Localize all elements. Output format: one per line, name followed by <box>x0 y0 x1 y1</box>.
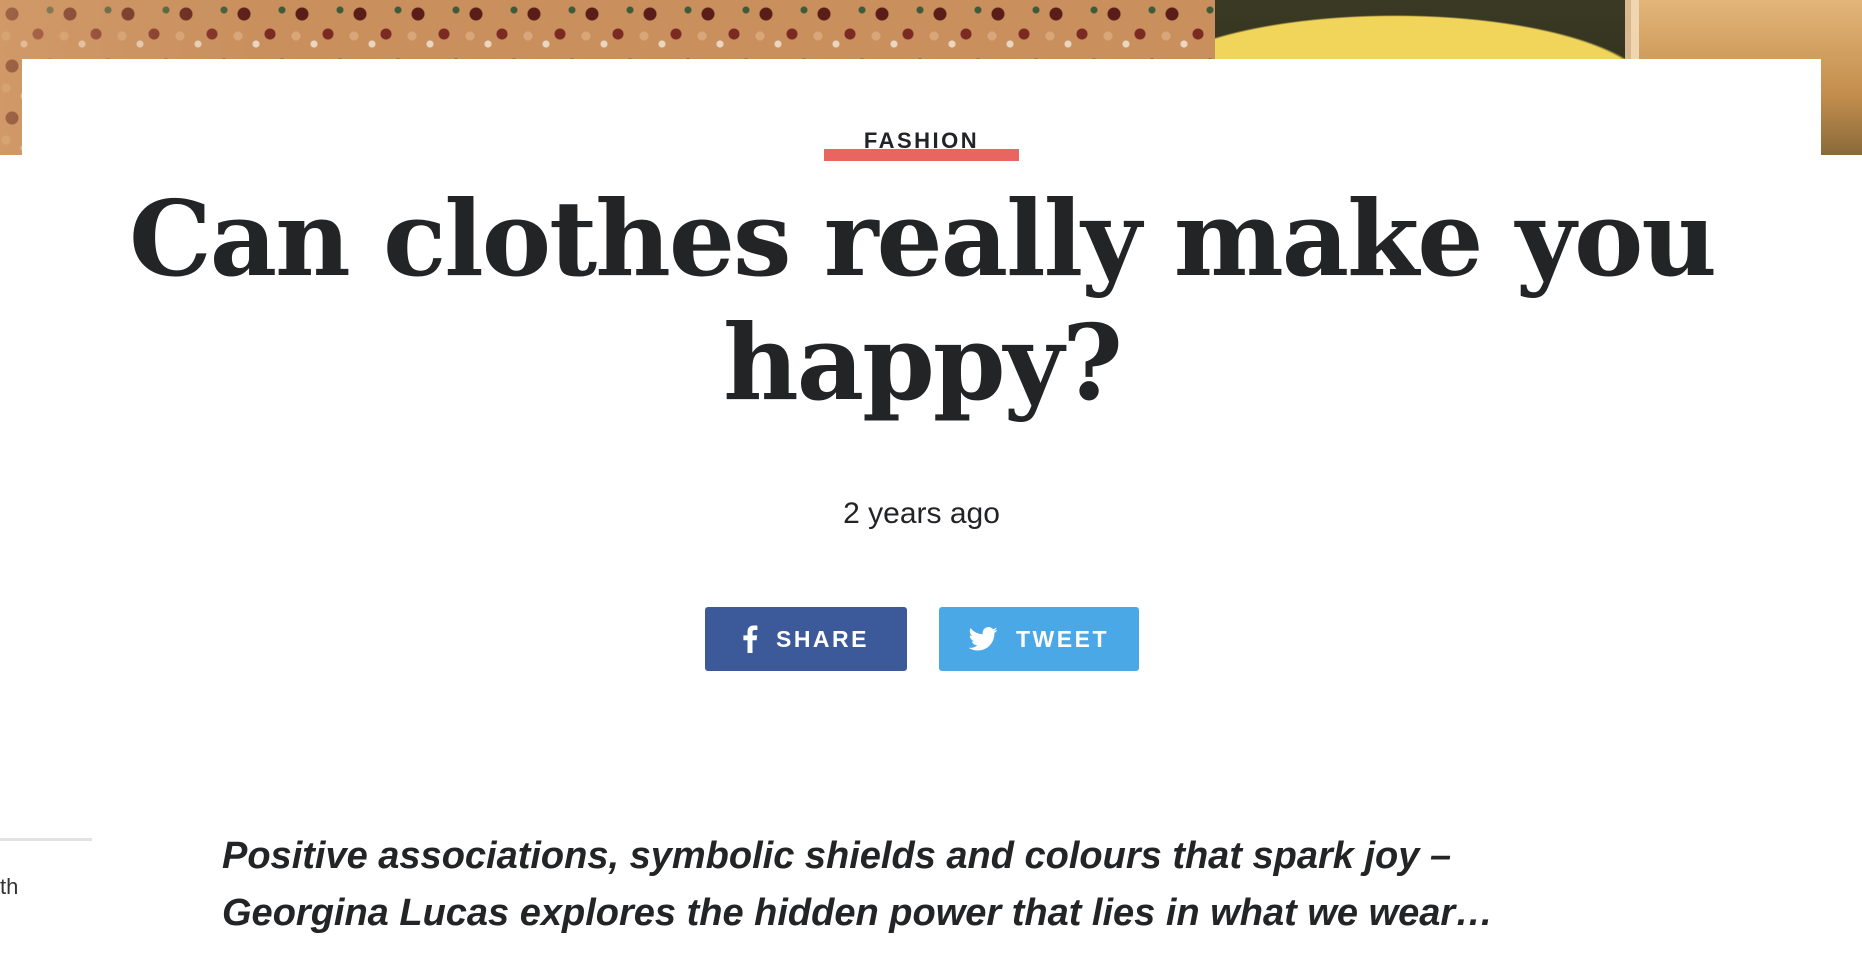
article-title: Can clothes really make you happy? <box>128 177 1717 424</box>
twitter-tweet-label: TWEET <box>1016 625 1109 652</box>
sidebar-divider <box>0 838 92 841</box>
twitter-tweet-button[interactable]: TWEET <box>938 607 1139 671</box>
sidebar-fragment-text: th <box>0 874 19 899</box>
share-buttons: SHARE TWEET <box>22 607 1821 671</box>
facebook-icon <box>742 625 758 653</box>
article-page: FASHION Can clothes really make you happ… <box>0 0 1862 974</box>
facebook-share-label: SHARE <box>775 625 869 652</box>
twitter-bird-icon <box>968 627 998 651</box>
category-label: FASHION <box>863 128 980 153</box>
publish-date: 2 years ago <box>843 497 1000 530</box>
category-link[interactable]: FASHION <box>823 128 1020 161</box>
article-standfirst: Positive associations, symbolic shields … <box>222 835 1494 934</box>
category-label-wrap: FASHION <box>22 129 1821 165</box>
facebook-share-button[interactable]: SHARE <box>704 607 907 671</box>
